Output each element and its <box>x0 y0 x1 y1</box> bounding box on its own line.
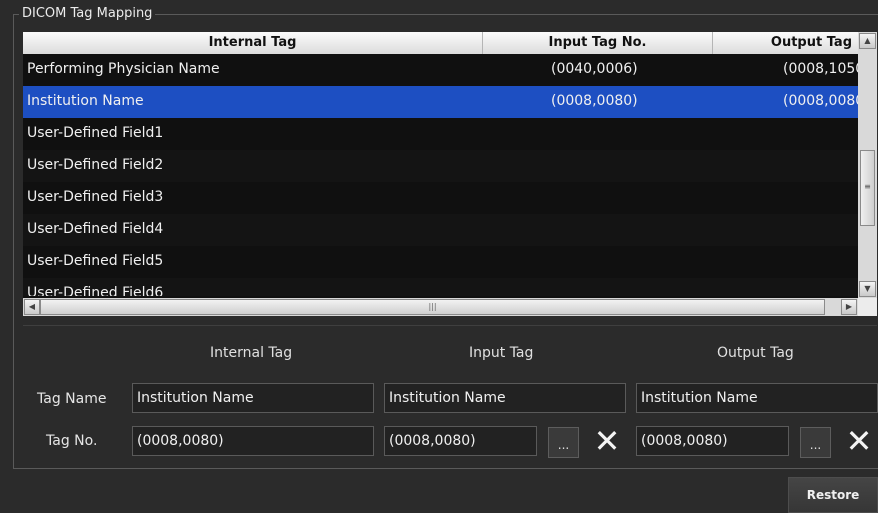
table-row[interactable]: User-Defined Field3 <box>23 182 858 214</box>
cell-input-tag: (0008,0080) <box>551 93 638 109</box>
cell-output-tag: (0008,0080 <box>783 93 858 109</box>
header-input-tag-no[interactable]: Input Tag No. <box>483 32 713 54</box>
cell-internal-tag: Institution Name <box>27 93 144 109</box>
table-row[interactable]: User-Defined Field1 <box>23 118 858 150</box>
header-internal-tag[interactable]: Internal Tag <box>23 32 483 54</box>
table-header: Internal Tag Input Tag No. Output Tag <box>23 32 858 54</box>
divider <box>23 325 877 326</box>
table-row[interactable]: User-Defined Field6 <box>23 278 858 296</box>
header-output-tag[interactable]: Output Tag <box>713 32 858 54</box>
table-row[interactable]: Performing Physician Name (0040,0006) (0… <box>23 54 858 86</box>
editor-col-input-tag: Input Tag <box>469 345 534 361</box>
tag-mapping-table[interactable]: Internal Tag Input Tag No. Output Tag Pe… <box>23 32 877 316</box>
input-tag-no-field[interactable]: (0008,0080) <box>384 426 537 456</box>
internal-tag-name-field[interactable]: Institution Name <box>132 383 374 413</box>
internal-tag-no-field[interactable]: (0008,0080) <box>132 426 374 456</box>
cell-input-tag: (0040,0006) <box>551 61 638 77</box>
scroll-right-icon[interactable]: ▶ <box>841 299 857 315</box>
scrollbar-corner <box>858 298 877 316</box>
horizontal-scroll-thumb[interactable]: ||| <box>40 299 825 315</box>
bottom-bar <box>0 469 878 513</box>
cell-output-tag: (0008,1050 <box>783 61 858 77</box>
cell-internal-tag: User-Defined Field2 <box>27 157 164 173</box>
table-body: Performing Physician Name (0040,0006) (0… <box>23 54 858 296</box>
restore-button[interactable]: Restore <box>788 477 878 513</box>
scroll-up-icon[interactable]: ▲ <box>859 33 876 49</box>
input-tag-name-field[interactable]: Institution Name <box>384 383 626 413</box>
scroll-left-icon[interactable]: ◀ <box>24 299 40 315</box>
cell-internal-tag: Performing Physician Name <box>27 61 220 77</box>
vertical-scroll-thumb[interactable]: ≡ <box>860 150 875 226</box>
cell-internal-tag: User-Defined Field5 <box>27 253 164 269</box>
table-row-selected[interactable]: Institution Name (0008,0080) (0008,0080 <box>23 86 858 118</box>
input-tag-clear-icon[interactable]: ✕ <box>590 425 624 459</box>
scroll-down-icon[interactable]: ▼ <box>859 281 876 297</box>
cell-internal-tag: User-Defined Field1 <box>27 125 164 141</box>
cell-internal-tag: User-Defined Field4 <box>27 221 164 237</box>
cell-internal-tag: User-Defined Field3 <box>27 189 164 205</box>
editor-col-internal-tag: Internal Tag <box>210 345 293 361</box>
tag-no-label: Tag No. <box>46 433 98 449</box>
output-tag-clear-icon[interactable]: ✕ <box>842 425 876 459</box>
table-row[interactable]: User-Defined Field2 <box>23 150 858 182</box>
output-tag-name-field[interactable]: Institution Name <box>636 383 878 413</box>
input-tag-browse-button[interactable]: ... <box>548 427 579 458</box>
group-title: DICOM Tag Mapping <box>19 6 156 22</box>
output-tag-no-field[interactable]: (0008,0080) <box>636 426 789 456</box>
table-row[interactable]: User-Defined Field4 <box>23 214 858 246</box>
table-row[interactable]: User-Defined Field5 <box>23 246 858 278</box>
tag-name-label: Tag Name <box>37 391 107 407</box>
cell-internal-tag: User-Defined Field6 <box>27 285 164 296</box>
vertical-scrollbar[interactable]: ▲ ≡ ▼ <box>858 32 877 298</box>
output-tag-browse-button[interactable]: ... <box>800 427 831 458</box>
editor-col-output-tag: Output Tag <box>717 345 794 361</box>
horizontal-scrollbar[interactable]: ◀ ||| ▶ <box>23 298 858 316</box>
